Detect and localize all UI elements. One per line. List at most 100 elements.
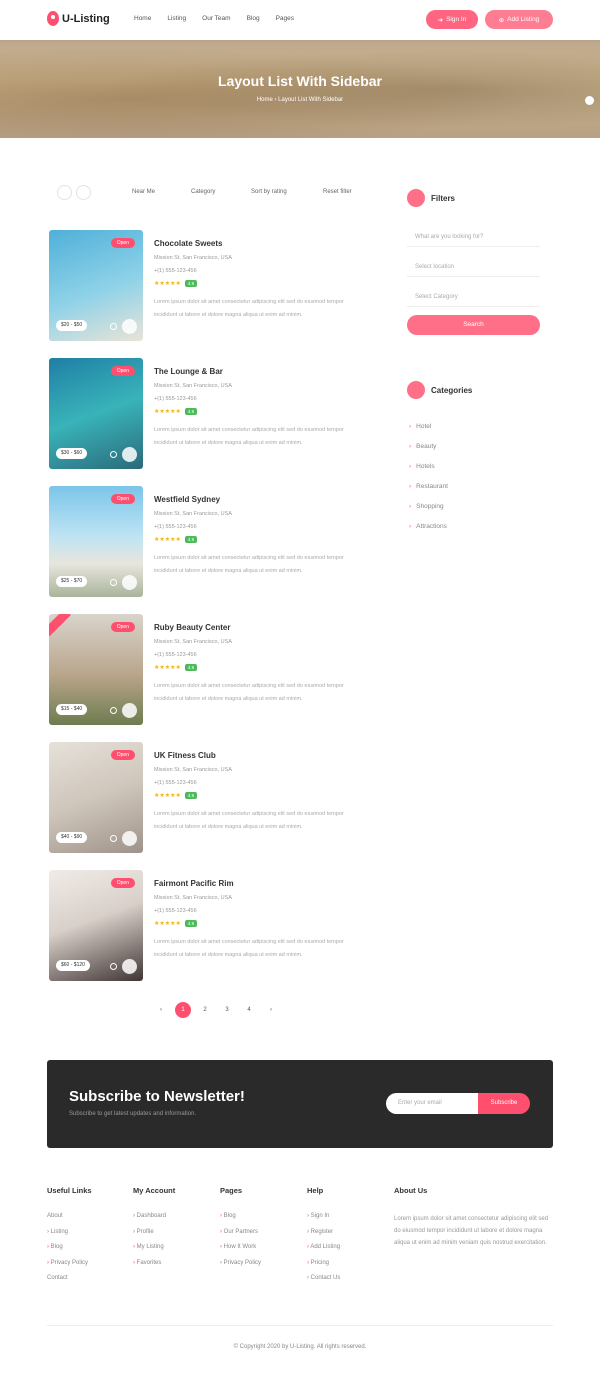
eye-icon[interactable] — [110, 451, 117, 458]
listing-card[interactable]: Open $60 - $120 Fairmont Pacific Rim Mis… — [49, 870, 359, 981]
grid-view-icon[interactable] — [57, 185, 72, 200]
listing-image[interactable]: Open $25 - $70 — [49, 486, 143, 597]
page-title: Layout List With Sidebar — [218, 73, 382, 89]
footer-link[interactable]: Favorites — [133, 1260, 175, 1276]
category-item[interactable]: Restaurant — [409, 481, 448, 501]
listing-card[interactable]: Open $40 - $90 UK Fitness Club Mission S… — [49, 742, 359, 853]
filter-icon — [407, 189, 425, 207]
category-item[interactable]: Beauty — [409, 441, 448, 461]
heart-icon[interactable] — [122, 575, 137, 590]
heart-icon[interactable] — [122, 447, 137, 462]
rating-stars: ★★★★★ 4.5 — [154, 920, 198, 927]
near-me-filter[interactable]: Near Me — [132, 189, 155, 195]
listing-title[interactable]: UK Fitness Club — [154, 751, 216, 760]
footer-link[interactable]: Pricing — [307, 1260, 340, 1276]
footer-link[interactable]: How It Work — [220, 1244, 261, 1260]
scroll-dot-icon[interactable] — [585, 96, 594, 105]
heart-icon[interactable] — [122, 703, 137, 718]
rating-stars: ★★★★★ 4.5 — [154, 536, 198, 543]
category-item[interactable]: Hotel — [409, 421, 448, 441]
nav-item-home[interactable]: Home — [134, 15, 151, 22]
eye-icon[interactable] — [110, 835, 117, 842]
listing-description: Lorem ipsum dolor sit amet consectetur a… — [154, 555, 344, 574]
category-item[interactable]: Attractions — [409, 521, 448, 541]
status-badge: Open — [110, 366, 135, 376]
listing-title[interactable]: The Lounge & Bar — [154, 367, 223, 376]
logo[interactable]: U-Listing — [47, 11, 110, 26]
category-item[interactable]: Shopping — [409, 501, 448, 521]
footer-link[interactable]: Register — [307, 1229, 340, 1245]
listing-title[interactable]: Ruby Beauty Center — [154, 623, 230, 632]
listing-card[interactable]: Open $25 - $70 Westfield Sydney Mission … — [49, 486, 359, 597]
star-icon: ★★★★★ — [154, 536, 181, 543]
location-select[interactable]: Select location — [407, 257, 540, 277]
category-select[interactable]: Select Category — [407, 287, 540, 307]
listing-image[interactable]: Open $20 - $50 — [49, 230, 143, 341]
eye-icon[interactable] — [110, 323, 117, 330]
heart-icon[interactable] — [122, 831, 137, 846]
page-1-button[interactable]: 1 — [175, 1002, 191, 1018]
listing-title[interactable]: Chocolate Sweets — [154, 239, 222, 248]
listing-card[interactable]: Open $30 - $60 The Lounge & Bar Mission … — [49, 358, 359, 469]
add-listing-button[interactable]: ⊕ Add Listing — [485, 10, 553, 29]
listing-image[interactable]: Open $30 - $60 — [49, 358, 143, 469]
footer-link[interactable]: Privacy Policy — [220, 1260, 261, 1276]
subscribe-button[interactable]: Subscribe — [478, 1093, 530, 1114]
list-view-icon[interactable] — [76, 185, 91, 200]
eye-icon[interactable] — [110, 579, 117, 586]
eye-icon[interactable] — [110, 707, 117, 714]
footer-useful-links: Useful Links About Listing Blog Privacy … — [47, 1186, 92, 1291]
category-item[interactable]: Hotels — [409, 461, 448, 481]
eye-icon[interactable] — [110, 963, 117, 970]
footer-link[interactable]: About — [47, 1213, 92, 1229]
footer-link[interactable]: Profile — [133, 1229, 175, 1245]
listing-image[interactable]: Open $40 - $90 — [49, 742, 143, 853]
listing-image[interactable]: Open $60 - $120 — [49, 870, 143, 981]
sort-rating-filter[interactable]: Sort by rating — [251, 189, 287, 195]
nav-item-listing[interactable]: Listing — [167, 15, 186, 22]
listing-description: Lorem ipsum dolor sit amet consectetur a… — [154, 811, 344, 830]
footer-link[interactable]: Blog — [220, 1213, 261, 1229]
rating-stars: ★★★★★ 4.5 — [154, 280, 198, 287]
listing-card[interactable]: Open $20 - $50 Chocolate Sweets Mission … — [49, 230, 359, 341]
prev-page-button[interactable]: ‹ — [153, 1002, 169, 1018]
footer-link[interactable]: Contact Us — [307, 1275, 341, 1291]
footer-link[interactable]: Blog — [47, 1244, 92, 1260]
search-button[interactable]: Search — [407, 315, 540, 335]
nav-item-blog[interactable]: Blog — [247, 15, 260, 22]
status-badge: Open — [110, 238, 135, 248]
footer-link[interactable]: Listing — [47, 1229, 92, 1245]
keyword-input[interactable]: What are you looking for? — [407, 227, 540, 247]
heart-icon[interactable] — [122, 319, 137, 334]
listing-title[interactable]: Westfield Sydney — [154, 495, 220, 504]
heart-icon[interactable] — [122, 959, 137, 974]
footer-link[interactable]: Sign In — [307, 1213, 340, 1229]
categories-icon — [407, 381, 425, 399]
footer-link[interactable]: Dashboard — [133, 1213, 175, 1229]
footer-column-title: Help — [307, 1186, 324, 1195]
next-page-button[interactable]: › — [263, 1002, 279, 1018]
page-2-button[interactable]: 2 — [197, 1002, 213, 1018]
listing-card[interactable]: Open $15 - $40 Ruby Beauty Center Missio… — [49, 614, 359, 725]
price-tag: $25 - $70 — [56, 576, 88, 587]
nav-item-our-team[interactable]: Our Team — [202, 15, 230, 22]
breadcrumb[interactable]: Home › Layout List With Sidebar — [0, 97, 600, 103]
footer-link[interactable]: Privacy Policy — [47, 1260, 92, 1276]
price-tag: $15 - $40 — [56, 704, 88, 715]
listing-title[interactable]: Fairmont Pacific Rim — [154, 879, 234, 888]
footer-link[interactable]: Contact — [47, 1275, 92, 1291]
footer-link[interactable]: Our Partners — [220, 1229, 261, 1245]
category-filter[interactable]: Category — [191, 189, 215, 195]
nav-item-pages[interactable]: Pages — [276, 15, 294, 22]
sign-in-button[interactable]: ➜ Sign In — [426, 10, 478, 29]
page-4-button[interactable]: 4 — [241, 1002, 257, 1018]
plus-icon: ⊕ — [498, 16, 505, 24]
newsletter-email-input[interactable]: Enter your email — [386, 1093, 478, 1114]
reset-filter[interactable]: Reset filter — [323, 189, 352, 195]
footer-link[interactable]: My Listing — [133, 1244, 175, 1260]
star-icon: ★★★★★ — [154, 920, 181, 927]
footer-link[interactable]: Add Listing — [307, 1244, 340, 1260]
page-3-button[interactable]: 3 — [219, 1002, 235, 1018]
listing-image[interactable]: Open $15 - $40 — [49, 614, 143, 725]
rating-badge: 4.5 — [184, 280, 198, 287]
